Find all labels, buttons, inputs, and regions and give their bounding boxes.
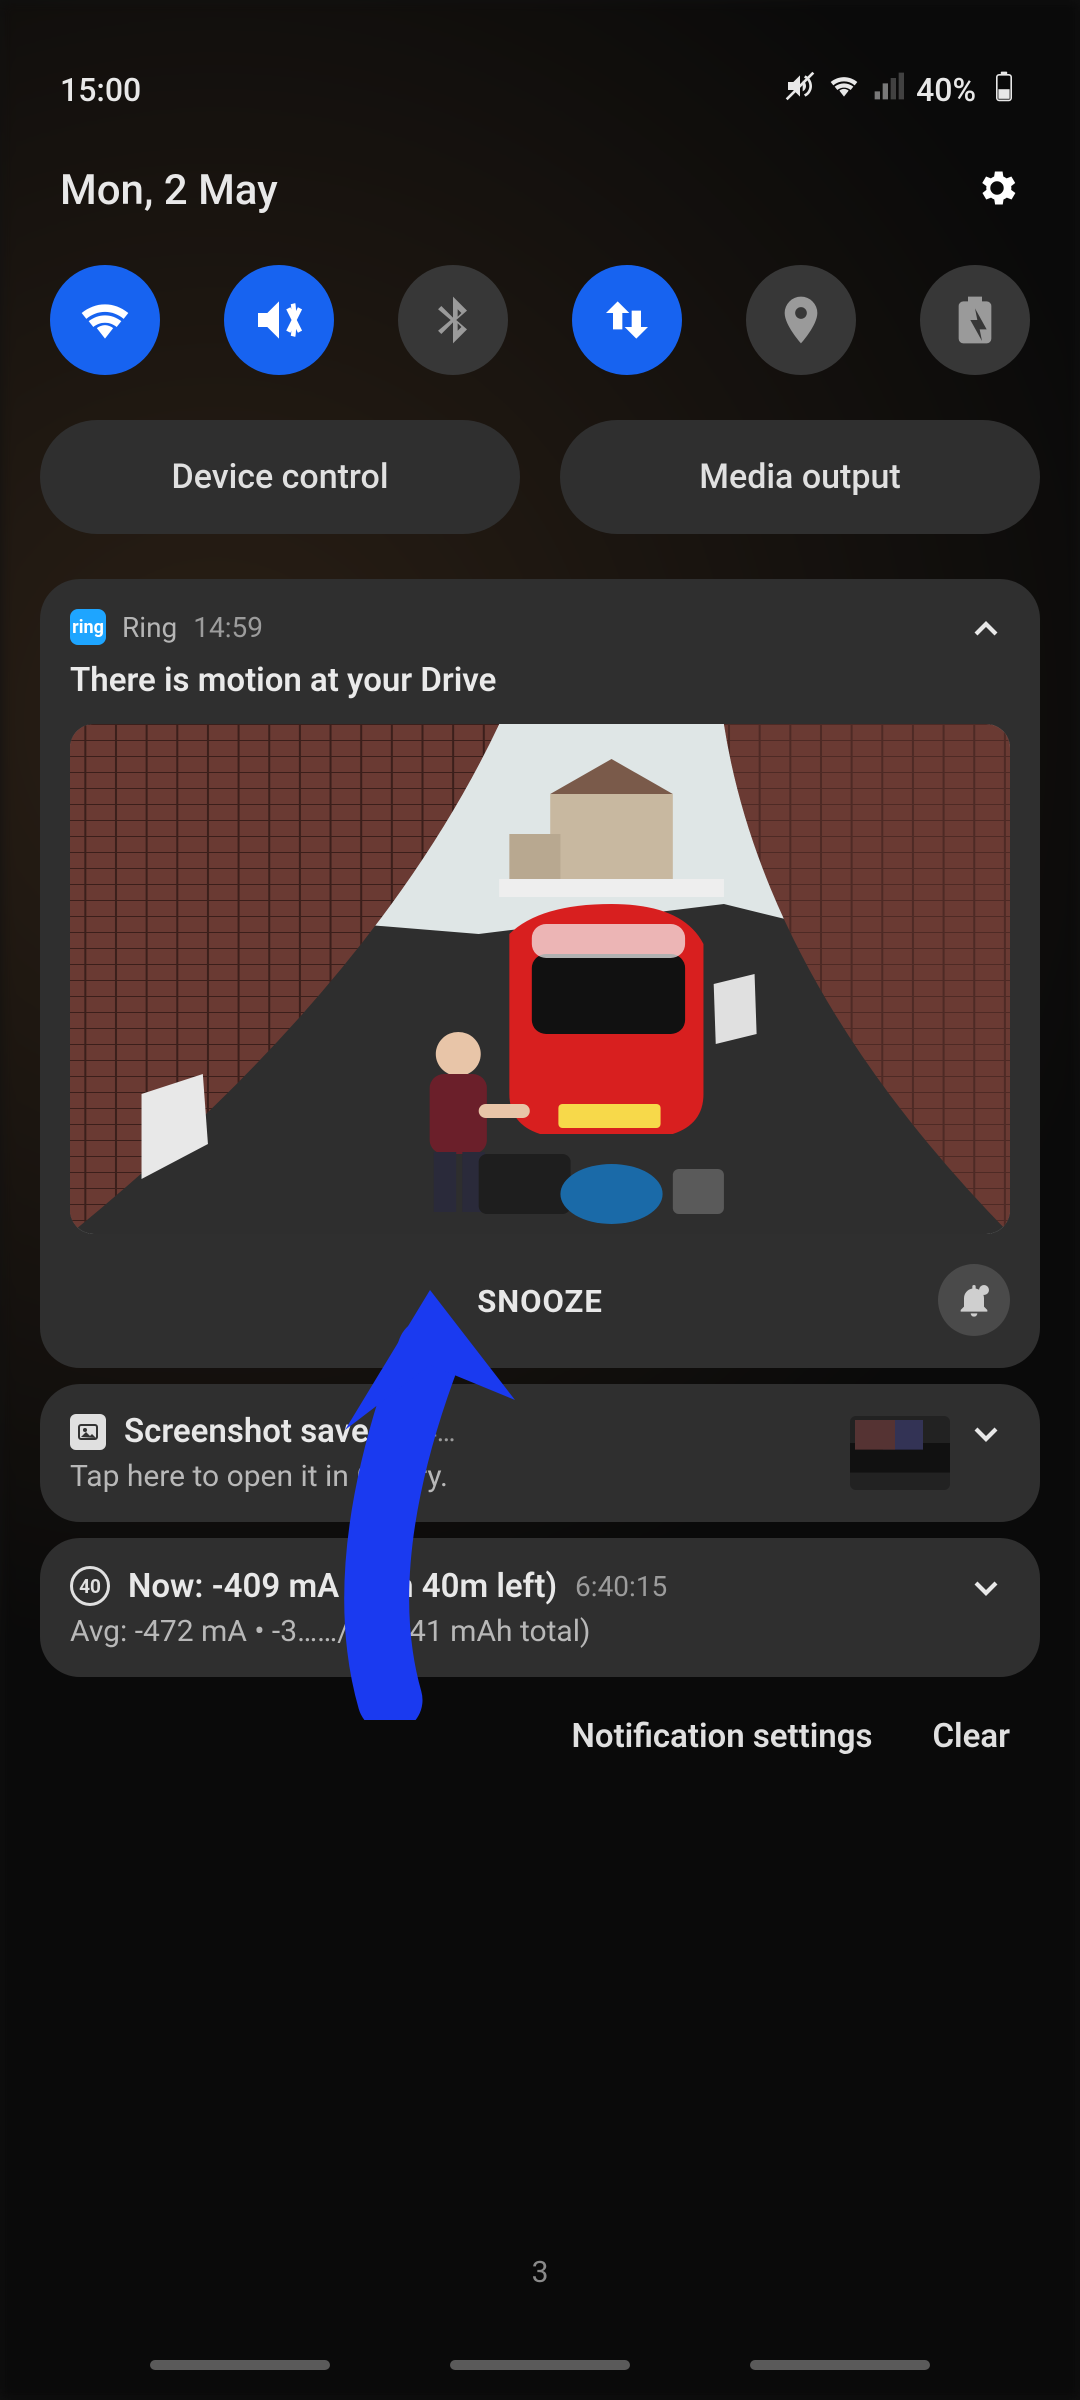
notification-battery[interactable]: 40 Now: -409 mA ……h 40m left) 6:40:15 Av… xyxy=(40,1538,1040,1677)
qs-location-toggle[interactable] xyxy=(746,265,856,375)
media-output-label: Media output xyxy=(699,457,900,497)
battery-clock: 6:40:15 xyxy=(575,1570,667,1603)
media-output-button[interactable]: Media output xyxy=(560,420,1040,534)
gesture-nav-bar[interactable] xyxy=(0,2360,1080,2370)
settings-gear-icon[interactable] xyxy=(974,165,1020,215)
image-icon xyxy=(70,1414,106,1450)
vibrate-icon xyxy=(784,70,816,110)
battery-title: Now: -409 mA ……h 40m left) xyxy=(128,1567,557,1606)
battery-pct: 40% xyxy=(916,71,976,109)
notification-screenshot[interactable]: Screenshot saved 14… Tap here to open it… xyxy=(40,1384,1040,1522)
status-time: 15:00 xyxy=(60,71,141,109)
screenshot-thumbnail xyxy=(850,1416,950,1490)
status-indicators: 40% xyxy=(784,70,1020,110)
collapse-icon[interactable] xyxy=(966,609,1006,653)
device-control-button[interactable]: Device control xyxy=(40,420,520,534)
notification-ring[interactable]: ring Ring 14:59 There is motion at your … xyxy=(40,579,1040,1368)
status-bar: 15:00 40% xyxy=(40,0,1040,110)
battery-body: Avg: -472 mA • -3……/h (-941 mAh total) xyxy=(70,1614,1010,1649)
snooze-button[interactable]: SNOOZE xyxy=(477,1283,603,1320)
expand-icon[interactable] xyxy=(966,1568,1006,1612)
notification-count: 3 xyxy=(0,2255,1080,2290)
ring-camera-snapshot[interactable] xyxy=(70,724,1010,1234)
snooze-bell-icon[interactable] xyxy=(938,1264,1010,1336)
qs-bluetooth-toggle[interactable] xyxy=(398,265,508,375)
wifi-icon xyxy=(828,70,860,110)
qs-power-saving-toggle[interactable] xyxy=(920,265,1030,375)
ring-title: There is motion at your Drive xyxy=(70,661,1010,700)
expand-icon[interactable] xyxy=(966,1414,1006,1458)
qs-wifi-toggle[interactable] xyxy=(50,265,160,375)
ring-app-name: Ring xyxy=(122,611,177,644)
ring-app-icon: ring xyxy=(70,609,106,645)
screenshot-body: Tap here to open it in G……ry. xyxy=(70,1459,850,1494)
notification-settings-button[interactable]: Notification settings xyxy=(572,1717,873,1756)
qs-sound-toggle[interactable] xyxy=(224,265,334,375)
clear-button[interactable]: Clear xyxy=(932,1717,1010,1756)
screenshot-time: 14… xyxy=(405,1415,455,1448)
qs-mobile-data-toggle[interactable] xyxy=(572,265,682,375)
battery-badge-icon: 40 xyxy=(70,1566,110,1606)
quick-settings-row xyxy=(40,215,1040,375)
panel-date[interactable]: Mon, 2 May xyxy=(60,166,278,215)
battery-icon xyxy=(988,70,1020,110)
ring-time: 14:59 xyxy=(193,611,263,644)
screenshot-title: Screenshot saved xyxy=(124,1412,387,1451)
signal-icon xyxy=(872,70,904,110)
device-control-label: Device control xyxy=(172,457,389,497)
